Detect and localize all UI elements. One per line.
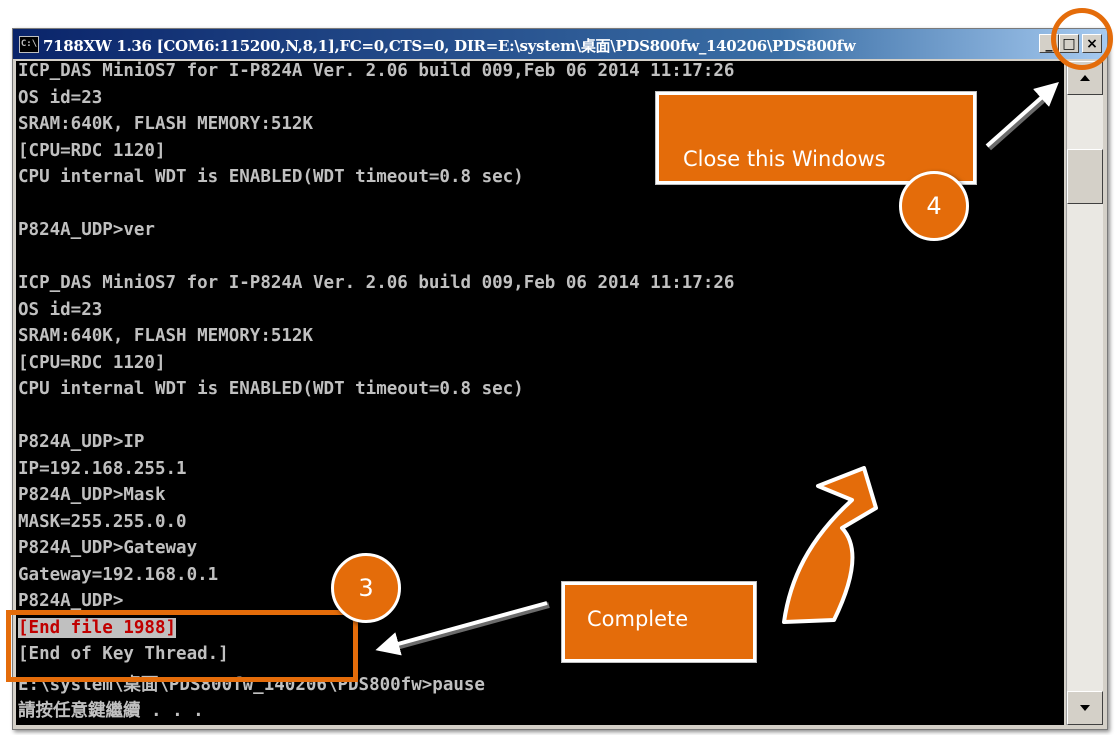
complete-callout: Complete (562, 582, 756, 662)
step-3-badge: 3 (331, 553, 401, 623)
close-button-highlight (1051, 8, 1113, 70)
close-window-callout-label: Close this Windows (683, 147, 886, 171)
step-4-badge: 4 (899, 171, 969, 241)
curved-up-arrow-icon (782, 466, 878, 624)
complete-arrow (375, 601, 548, 656)
close-arrow (985, 82, 1059, 148)
close-window-callout: Close this Windows (656, 92, 976, 184)
complete-callout-label: Complete (587, 607, 689, 631)
complete-arrow-shadow (388, 602, 550, 652)
close-arrow-shadow (987, 89, 1054, 151)
end-of-file-highlight (6, 610, 358, 682)
